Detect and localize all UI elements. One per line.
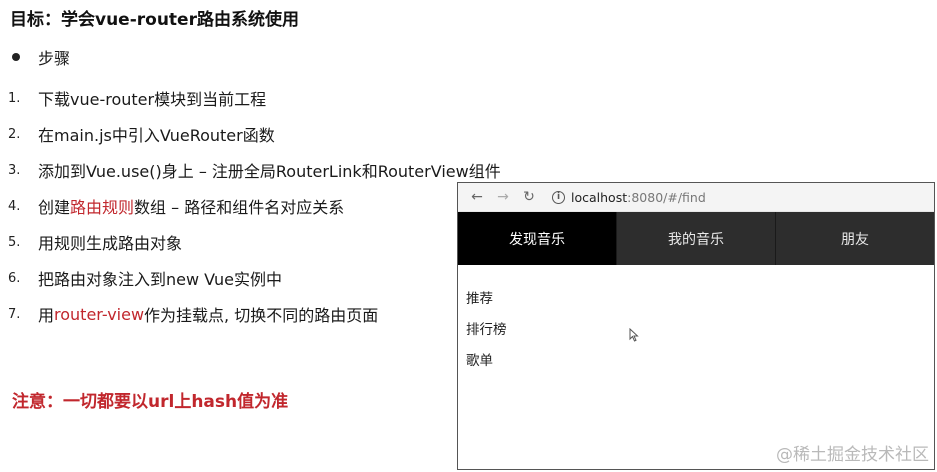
- step-item: 7. 用 router-view 作为挂载点, 切换不同的路由页面: [8, 296, 501, 332]
- step-number: 4.: [8, 198, 21, 214]
- info-icon[interactable]: i: [552, 190, 565, 204]
- steps-heading-label: 步骤: [38, 49, 71, 68]
- step-item: 5. 用规则生成路由对象: [8, 224, 501, 260]
- step-text-before: 创建: [38, 198, 71, 217]
- step-text-after: 作为挂载点, 切换不同的路由页面: [144, 306, 379, 325]
- page-title: 目标：学会vue-router路由系统使用: [10, 10, 299, 30]
- back-arrow-icon[interactable]: ←: [464, 189, 490, 205]
- step-item: 1. 下载vue-router模块到当前工程: [8, 80, 501, 116]
- step-text-before: 用: [38, 306, 55, 325]
- tab-discover-music[interactable]: 发现音乐: [458, 212, 617, 265]
- sub-item-ranking[interactable]: 排行榜: [466, 318, 507, 349]
- step-text: 下载vue-router模块到当前工程: [38, 90, 267, 109]
- step-text: 添加到Vue.use()身上 – 注册全局RouterLink和RouterVi…: [38, 162, 501, 181]
- tab-friends[interactable]: 朋友: [776, 212, 934, 265]
- sub-item-playlist[interactable]: 歌单: [466, 349, 507, 380]
- url-host[interactable]: localhost: [571, 190, 627, 205]
- step-number: 1.: [8, 90, 21, 106]
- bullet-icon: [12, 53, 20, 61]
- forward-arrow-icon[interactable]: →: [490, 189, 516, 205]
- step-number: 3.: [8, 162, 21, 178]
- step-number: 6.: [8, 270, 21, 286]
- step-item: 4. 创建 路由规则 数组 – 路径和组件名对应关系: [8, 188, 501, 224]
- nav-tabbar: 发现音乐 我的音乐 朋友: [458, 212, 934, 265]
- sub-item-recommend[interactable]: 推荐: [466, 287, 507, 318]
- step-number: 5.: [8, 234, 21, 250]
- tab-my-music[interactable]: 我的音乐: [617, 212, 776, 265]
- step-item: 2. 在main.js中引入VueRouter函数: [8, 116, 501, 152]
- browser-window: ← → ↻ i localhost:8080/#/find 发现音乐 我的音乐 …: [457, 182, 935, 470]
- mouse-cursor-icon: [629, 328, 639, 342]
- step-item: 3. 添加到Vue.use()身上 – 注册全局RouterLink和Route…: [8, 152, 501, 188]
- step-text: 用规则生成路由对象: [38, 234, 183, 253]
- step-text: 在main.js中引入VueRouter函数: [38, 126, 275, 145]
- step-number: 7.: [8, 306, 21, 322]
- sub-route-list: 推荐 排行榜 歌单: [466, 287, 507, 380]
- steps-heading: 步骤: [12, 45, 70, 69]
- step-item: 6. 把路由对象注入到new Vue实例中: [8, 260, 501, 296]
- watermark: @稀土掘金技术社区: [776, 445, 929, 465]
- steps-list: 1. 下载vue-router模块到当前工程 2. 在main.js中引入Vue…: [8, 80, 501, 332]
- note-text: 注意：一切都要以url上hash值为准: [12, 392, 289, 412]
- step-highlight: 路由规则: [70, 198, 135, 217]
- step-highlight: router-view: [54, 304, 145, 324]
- step-text: 把路由对象注入到new Vue实例中: [38, 270, 283, 289]
- address-bar: ← → ↻ i localhost:8080/#/find: [458, 183, 934, 212]
- step-text-after: 数组 – 路径和组件名对应关系: [134, 198, 345, 217]
- url-path[interactable]: :8080/#/find: [627, 190, 706, 205]
- reload-icon[interactable]: ↻: [516, 189, 542, 205]
- step-number: 2.: [8, 126, 21, 142]
